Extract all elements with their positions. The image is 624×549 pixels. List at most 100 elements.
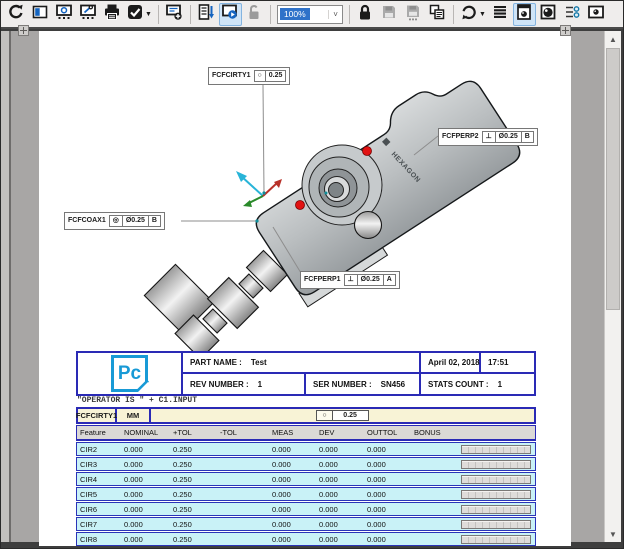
table-cell: CIR3 bbox=[77, 460, 121, 469]
table-cell: 0.000 bbox=[269, 535, 316, 544]
column-header: DEV bbox=[316, 428, 364, 437]
table-cell: 0.250 bbox=[170, 505, 217, 514]
column-header: NOMINAL bbox=[121, 428, 170, 437]
chevron-down-icon[interactable]: ▼ bbox=[479, 11, 486, 18]
model-small-circle bbox=[355, 212, 382, 239]
circularity-symbol-icon: ○ bbox=[317, 411, 331, 420]
text-mode-button[interactable] bbox=[489, 3, 512, 26]
run-report-button[interactable] bbox=[219, 3, 242, 26]
dimension-fcf: ○ 0.25 bbox=[151, 409, 534, 422]
column-header: BONUS bbox=[411, 428, 459, 437]
table-row: CIR80.0000.2500.0000.0000.000 bbox=[76, 532, 536, 546]
unlock-button[interactable] bbox=[243, 3, 266, 26]
lock-icon bbox=[356, 3, 374, 26]
save-button[interactable] bbox=[378, 3, 401, 26]
window-settings-button[interactable] bbox=[76, 3, 99, 26]
zoom-select[interactable]: 100% ˅ bbox=[277, 5, 343, 24]
tolerance-bar bbox=[461, 535, 531, 544]
table-cell: 0.000 bbox=[121, 535, 170, 544]
chevron-down-icon[interactable]: ˅ bbox=[328, 10, 342, 19]
report-preview-mode-icon bbox=[515, 3, 533, 26]
text-mode-icon bbox=[491, 3, 509, 26]
copy-to-printer-button[interactable] bbox=[426, 3, 449, 26]
column-header: Feature bbox=[77, 428, 121, 437]
scroll-up-icon[interactable]: ▲ bbox=[605, 31, 621, 47]
table-cell: CIR7 bbox=[77, 520, 121, 529]
refresh-button[interactable]: ▼ bbox=[458, 3, 488, 26]
print-icon bbox=[103, 3, 121, 26]
table-cell: 0.000 bbox=[269, 505, 316, 514]
add-window-button[interactable] bbox=[163, 3, 186, 26]
table-cell: CIR2 bbox=[77, 445, 121, 454]
table-cell: 0.250 bbox=[170, 490, 217, 499]
toolbar-separator bbox=[190, 5, 191, 24]
options-list-icon bbox=[563, 3, 581, 26]
copy-to-printer-icon bbox=[428, 3, 446, 26]
preview-pane: HEXAGON bbox=[1, 31, 621, 542]
add-window-icon bbox=[165, 3, 183, 26]
table-cell: 0.000 bbox=[121, 460, 170, 469]
table-cell: 0.000 bbox=[364, 475, 411, 484]
split-view-button[interactable] bbox=[28, 3, 51, 26]
table-cell: 0.000 bbox=[316, 535, 364, 544]
ser-number-cell: SER NUMBER :SN456 bbox=[306, 374, 419, 394]
save-as-button[interactable] bbox=[402, 3, 425, 26]
toolbar-separator bbox=[270, 5, 271, 24]
column-header: +TOL bbox=[170, 428, 217, 437]
pcdmis-logo: Pc bbox=[111, 355, 148, 392]
print-button[interactable] bbox=[100, 3, 123, 26]
table-cell: 0.000 bbox=[364, 505, 411, 514]
toolbar-separator bbox=[453, 5, 454, 24]
table-cell: 0.000 bbox=[269, 520, 316, 529]
solid-view-button[interactable] bbox=[537, 3, 560, 26]
time-cell: 17:51 bbox=[481, 353, 534, 372]
table-cell: 0.000 bbox=[364, 490, 411, 499]
chevron-down-icon[interactable]: ▼ bbox=[145, 11, 152, 18]
table-row: CIR50.0000.2500.0000.0000.000 bbox=[76, 487, 536, 501]
toolbar-separator bbox=[158, 5, 159, 24]
lock-button[interactable] bbox=[354, 3, 377, 26]
table-cell: 0.000 bbox=[316, 475, 364, 484]
table-cell: 0.000 bbox=[121, 505, 170, 514]
table-cell: 0.000 bbox=[121, 475, 170, 484]
save-as-icon bbox=[404, 3, 422, 26]
page-anchor-icon[interactable] bbox=[560, 25, 571, 36]
list-scroll-button[interactable] bbox=[195, 3, 218, 26]
table-cell: 0.000 bbox=[316, 460, 364, 469]
scrollbar-thumb[interactable] bbox=[606, 48, 620, 310]
split-view-icon bbox=[31, 3, 49, 26]
perpendicularity-symbol-icon: ⊥ bbox=[483, 132, 495, 142]
table-cell: 0.000 bbox=[316, 445, 364, 454]
confirm-check-button[interactable]: ▼ bbox=[124, 3, 154, 26]
axis-triad bbox=[236, 171, 282, 207]
column-header: MEAS bbox=[269, 428, 316, 437]
zoom-value: 100% bbox=[280, 8, 310, 20]
report-preview-mode-button[interactable] bbox=[513, 3, 536, 26]
table-cell: 0.250 bbox=[170, 475, 217, 484]
table-cell: 0.000 bbox=[316, 520, 364, 529]
measure-point bbox=[296, 201, 305, 210]
options-list-button[interactable] bbox=[561, 3, 584, 26]
graphics-window-button[interactable] bbox=[585, 3, 608, 26]
table-cell: 0.000 bbox=[121, 490, 170, 499]
confirm-check-icon bbox=[126, 3, 144, 26]
report-window-button[interactable] bbox=[52, 3, 75, 26]
table-cell: 0.000 bbox=[316, 490, 364, 499]
column-header: OUTTOL bbox=[364, 428, 411, 437]
page-anchor-icon[interactable] bbox=[18, 25, 29, 36]
table-cell: CIR5 bbox=[77, 490, 121, 499]
table-row: CIR70.0000.2500.0000.0000.000 bbox=[76, 517, 536, 531]
rotate-ccw-button[interactable] bbox=[4, 3, 27, 26]
scroll-down-icon[interactable]: ▼ bbox=[605, 526, 621, 542]
perpendicularity-symbol-icon: ⊥ bbox=[345, 275, 357, 285]
tolerance-bar bbox=[461, 460, 531, 469]
left-margin-strip bbox=[1, 31, 11, 542]
vertical-scrollbar[interactable]: ▲ ▼ bbox=[604, 31, 621, 542]
report-window-icon bbox=[55, 3, 73, 26]
report-header-table: Pc PART NAME :Test April 02, 2018 17:51 … bbox=[76, 351, 536, 396]
table-cell: 0.000 bbox=[364, 520, 411, 529]
stats-count-cell: STATS COUNT :1 bbox=[421, 374, 534, 394]
list-scroll-icon bbox=[197, 3, 215, 26]
tolerance-bar bbox=[461, 520, 531, 529]
save-icon bbox=[380, 3, 398, 26]
